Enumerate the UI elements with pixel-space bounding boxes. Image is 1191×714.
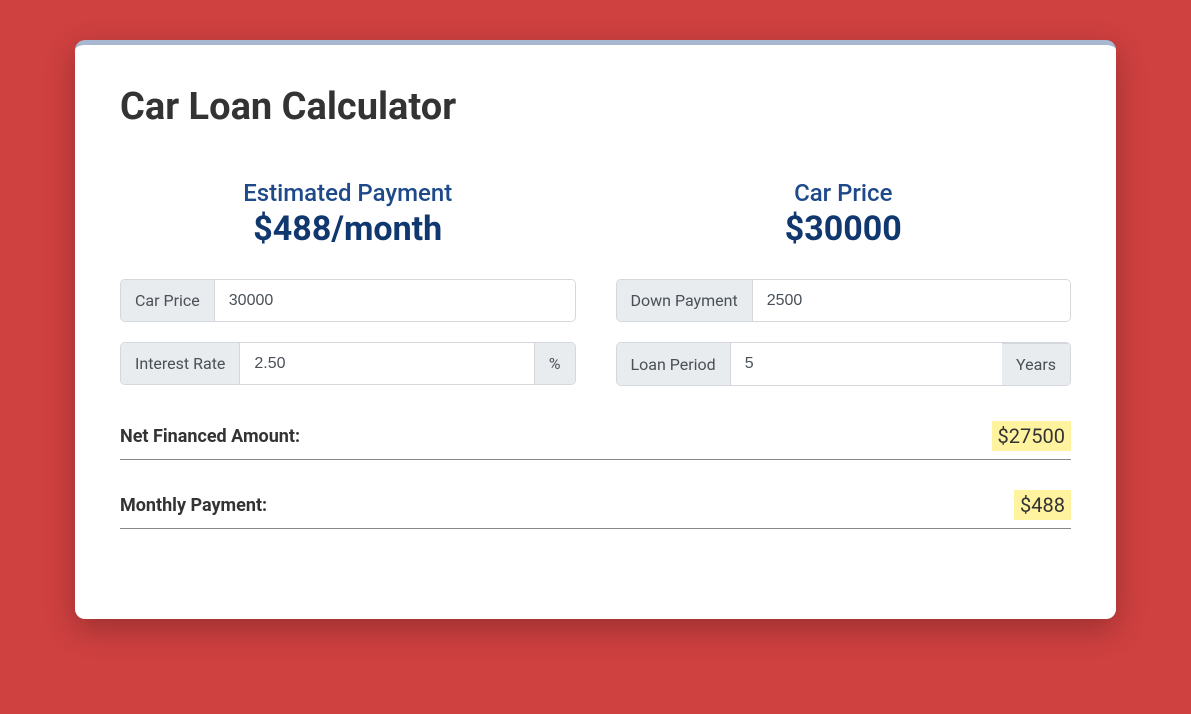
down-payment-group: Down Payment: [616, 279, 1072, 322]
car-price-input[interactable]: [215, 280, 575, 321]
interest-rate-input[interactable]: [240, 343, 533, 384]
loan-period-label: Loan Period: [617, 343, 731, 385]
net-financed-label: Net Financed Amount:: [120, 426, 300, 447]
car-price-group: Car Price: [120, 279, 576, 322]
car-price-summary-value: $30000: [616, 209, 1072, 249]
car-price-label: Car Price: [121, 280, 215, 321]
page-title: Car Loan Calculator: [120, 85, 1071, 129]
estimated-payment-value: $488/month: [120, 209, 576, 249]
interest-rate-group: Interest Rate %: [120, 342, 576, 385]
down-payment-label: Down Payment: [617, 280, 753, 321]
results-section: Net Financed Amount: $27500 Monthly Paym…: [120, 421, 1071, 529]
down-payment-input[interactable]: [753, 280, 1070, 321]
monthly-payment-row: Monthly Payment: $488: [120, 490, 1071, 529]
loan-period-input[interactable]: [731, 343, 1002, 385]
input-row-2: Interest Rate % Loan Period Years: [120, 342, 1071, 386]
net-financed-value: $27500: [992, 421, 1071, 451]
interest-rate-unit: %: [534, 343, 575, 384]
car-price-summary-box: Car Price $30000: [616, 179, 1072, 249]
loan-period-group: Loan Period Years: [616, 342, 1072, 386]
loan-period-unit: Years: [1002, 343, 1070, 385]
monthly-payment-value: $488: [1014, 490, 1071, 520]
calculator-card: Car Loan Calculator Estimated Payment $4…: [75, 40, 1116, 619]
interest-rate-label: Interest Rate: [121, 343, 240, 384]
monthly-payment-label: Monthly Payment:: [120, 495, 267, 516]
estimated-payment-box: Estimated Payment $488/month: [120, 179, 576, 249]
summary-row: Estimated Payment $488/month Car Price $…: [120, 179, 1071, 249]
estimated-payment-label: Estimated Payment: [120, 179, 576, 207]
car-price-summary-label: Car Price: [616, 179, 1072, 207]
input-row-1: Car Price Down Payment: [120, 279, 1071, 322]
net-financed-row: Net Financed Amount: $27500: [120, 421, 1071, 460]
